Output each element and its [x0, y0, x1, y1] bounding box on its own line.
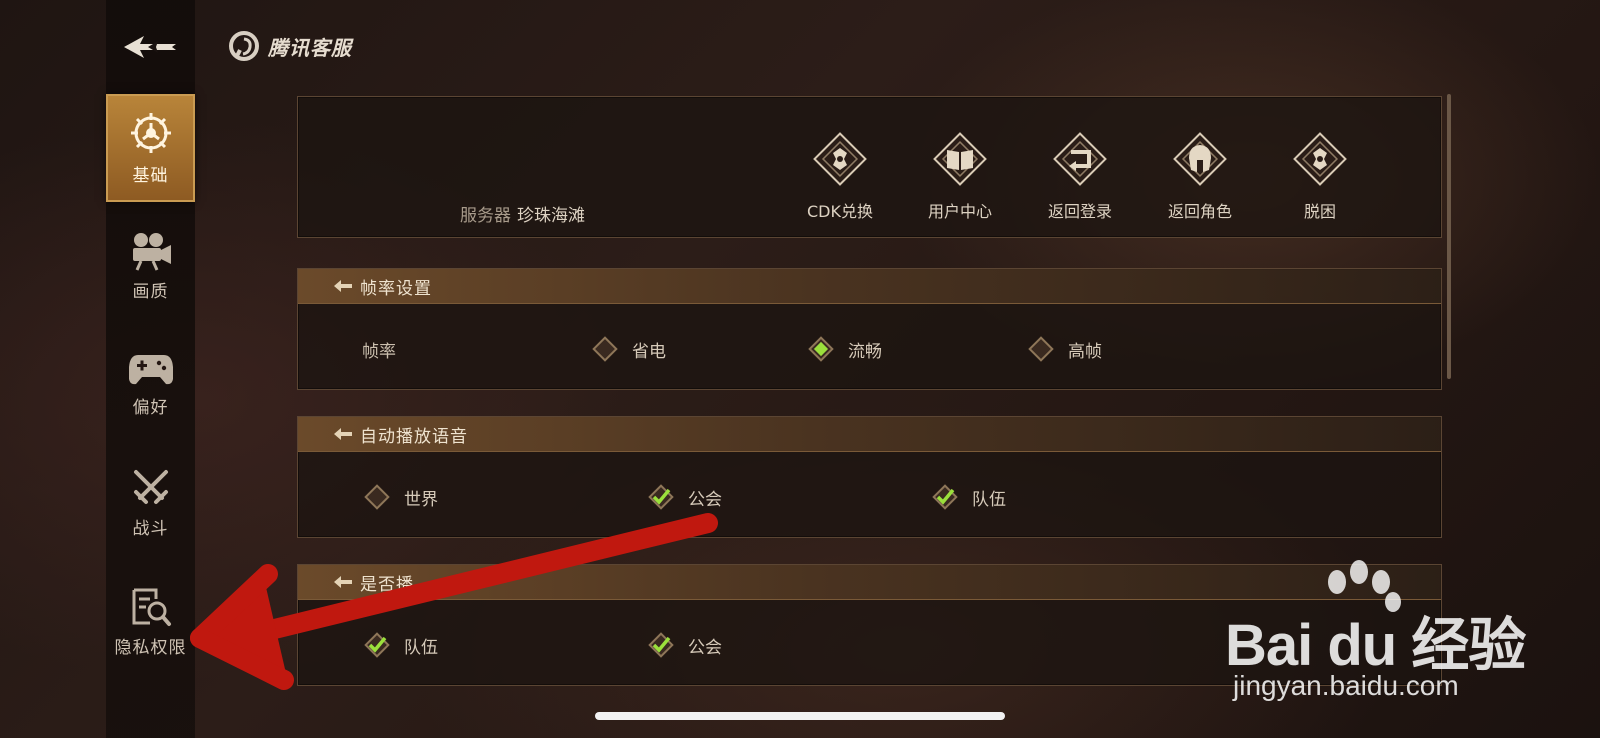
book-icon — [933, 132, 987, 186]
option-label: 队伍 — [972, 489, 1006, 510]
cdk-diamond-icon — [813, 132, 867, 186]
annotation-arrow-icon — [190, 513, 718, 690]
radio-diamond-selected-icon — [808, 336, 834, 362]
user-center-button[interactable]: 用户中心 — [905, 128, 1015, 222]
action-label: 用户中心 — [927, 202, 992, 221]
helmet-icon — [1173, 132, 1227, 186]
unstuck-button[interactable]: 脱困 — [1265, 128, 1375, 222]
return-login-button[interactable]: 返回登录 — [1025, 128, 1135, 222]
watermark-sub: jingyan.baidu.com — [1233, 670, 1459, 701]
framerate-option-smooth[interactable]: 流畅 — [808, 304, 882, 394]
home-indicator[interactable] — [595, 712, 1005, 720]
option-label: 流畅 — [848, 341, 882, 362]
framerate-option-high[interactable]: 高帧 — [1028, 304, 1102, 394]
unstuck-icon — [1293, 132, 1347, 186]
option-label: 高帧 — [1068, 341, 1102, 362]
voice-option-team[interactable]: 队伍 — [932, 452, 1006, 542]
return-character-button[interactable]: 返回角色 — [1145, 128, 1255, 222]
action-label: 脱困 — [1303, 202, 1336, 221]
action-label: 返回登录 — [1047, 202, 1112, 221]
checkbox-checked-icon — [932, 484, 958, 510]
action-label: CDK兑换 — [807, 202, 873, 221]
cdk-redeem-button[interactable]: CDK兑换 — [785, 128, 895, 222]
radio-diamond-icon — [1028, 336, 1054, 362]
return-arrow-icon — [1053, 132, 1107, 186]
scrollbar[interactable] — [1447, 94, 1451, 379]
baidu-watermark: Bai du 经验 jingyan.baidu.com — [1225, 560, 1555, 701]
action-label: 返回角色 — [1167, 202, 1232, 221]
